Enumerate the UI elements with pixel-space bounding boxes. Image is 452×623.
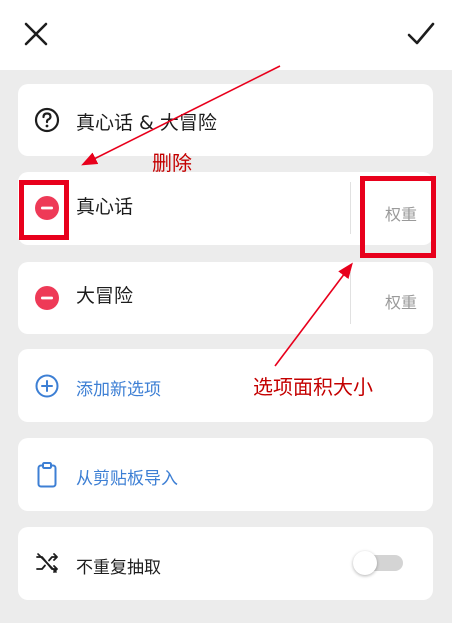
shuffle-icon — [36, 553, 58, 573]
import-clipboard-button[interactable]: 从剪贴板导入 — [18, 438, 433, 511]
option-label[interactable]: 真心话 — [76, 192, 133, 219]
question-circle-icon — [34, 107, 60, 133]
close-icon[interactable] — [22, 20, 50, 48]
top-bar — [0, 0, 452, 70]
option-label[interactable]: 大冒险 — [76, 281, 133, 308]
title-text[interactable]: 真心话 & 大冒险 — [76, 108, 217, 135]
add-option-label: 添加新选项 — [76, 380, 161, 400]
no-repeat-row: 不重复抽取 — [18, 527, 433, 600]
delete-annotation-text: 删除 — [152, 151, 192, 175]
clipboard-icon — [37, 462, 57, 488]
weight-highlight-box — [360, 176, 436, 258]
weight-divider — [350, 182, 351, 234]
delete-highlight-box — [19, 180, 69, 240]
minus-circle-icon[interactable] — [35, 286, 59, 310]
option-row: 大冒险 权重 — [18, 262, 433, 334]
title-card[interactable]: 真心话 & 大冒险 — [18, 84, 433, 156]
toggle-knob[interactable] — [353, 551, 377, 575]
check-icon[interactable] — [406, 20, 436, 48]
weight-input[interactable]: 权重 — [385, 289, 417, 313]
weight-divider — [350, 272, 351, 324]
plus-circle-icon — [35, 374, 59, 398]
area-annotation-text: 选项面积大小 — [253, 375, 373, 399]
import-clipboard-label: 从剪贴板导入 — [76, 469, 178, 489]
no-repeat-label: 不重复抽取 — [76, 558, 161, 578]
no-repeat-toggle[interactable] — [353, 551, 403, 575]
